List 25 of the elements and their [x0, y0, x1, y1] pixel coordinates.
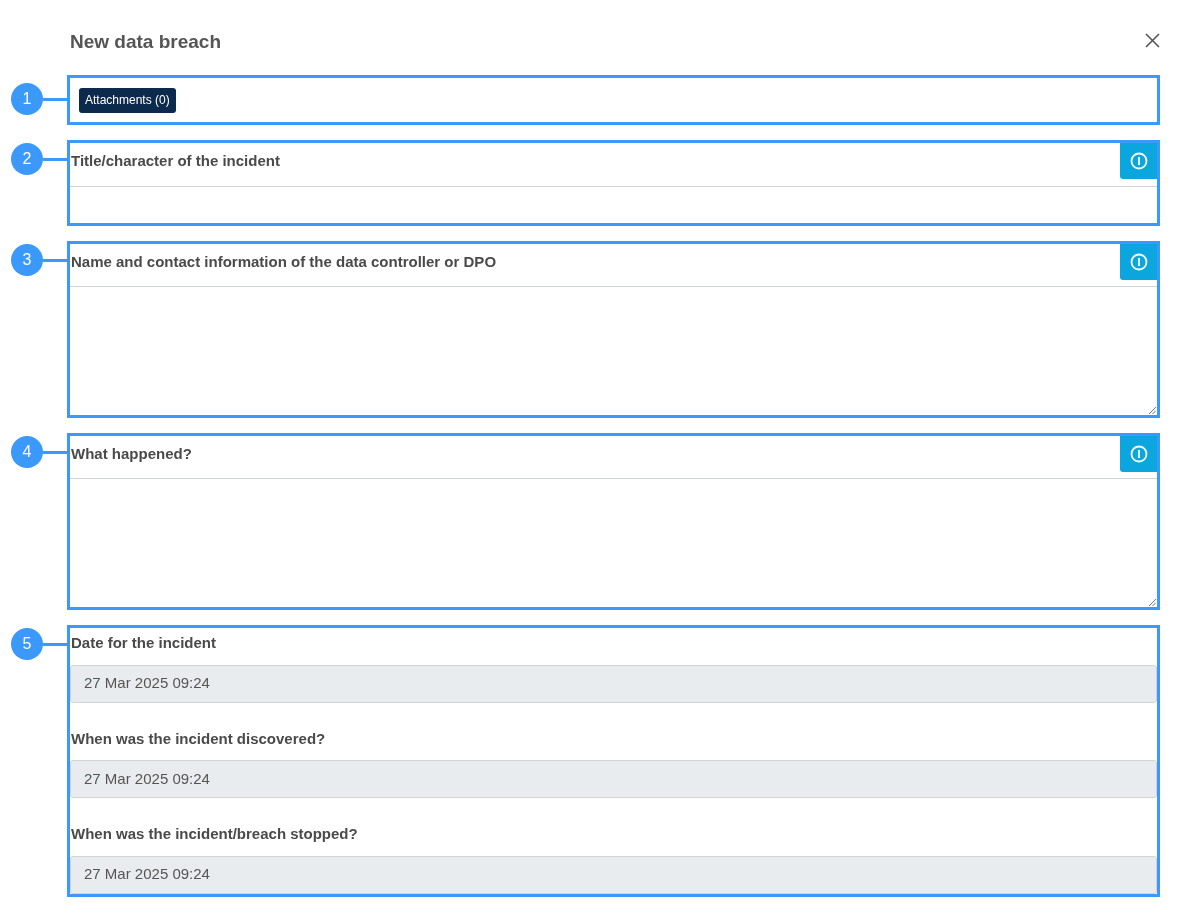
info-button[interactable] [1120, 143, 1157, 179]
callout-badge: 4 [11, 436, 43, 468]
info-button[interactable] [1120, 436, 1157, 472]
callout-badge: 5 [11, 628, 43, 660]
field-label: Name and contact information of the data controller or DPO [71, 252, 497, 272]
field-label: What happened? [71, 444, 192, 464]
field-label: Date for the incident [71, 633, 217, 653]
info-icon [1129, 445, 1148, 463]
field-label: When was the incident/breach stopped? [71, 824, 359, 844]
date-field[interactable]: 27 Mar 2025 09:24 [70, 664, 1157, 703]
field-label: Title/character of the incident [71, 151, 280, 171]
resize-grip-icon[interactable] [1149, 599, 1156, 606]
callout-badge: 1 [11, 83, 43, 115]
close-icon[interactable] [1145, 33, 1160, 48]
attachments-button[interactable]: Attachments (0) [79, 87, 176, 113]
info-icon [1129, 253, 1148, 271]
date-field[interactable]: 27 Mar 2025 09:24 [70, 760, 1157, 798]
info-button[interactable] [1120, 244, 1157, 280]
callout-badge: 3 [11, 244, 43, 276]
date-field[interactable]: 27 Mar 2025 09:24 [70, 855, 1157, 894]
info-icon [1129, 152, 1148, 170]
field-label: When was the incident discovered? [71, 728, 327, 749]
dialog-title: New data breach [70, 30, 221, 54]
callout-badge: 2 [11, 143, 43, 175]
resize-grip-icon[interactable] [1149, 407, 1156, 414]
